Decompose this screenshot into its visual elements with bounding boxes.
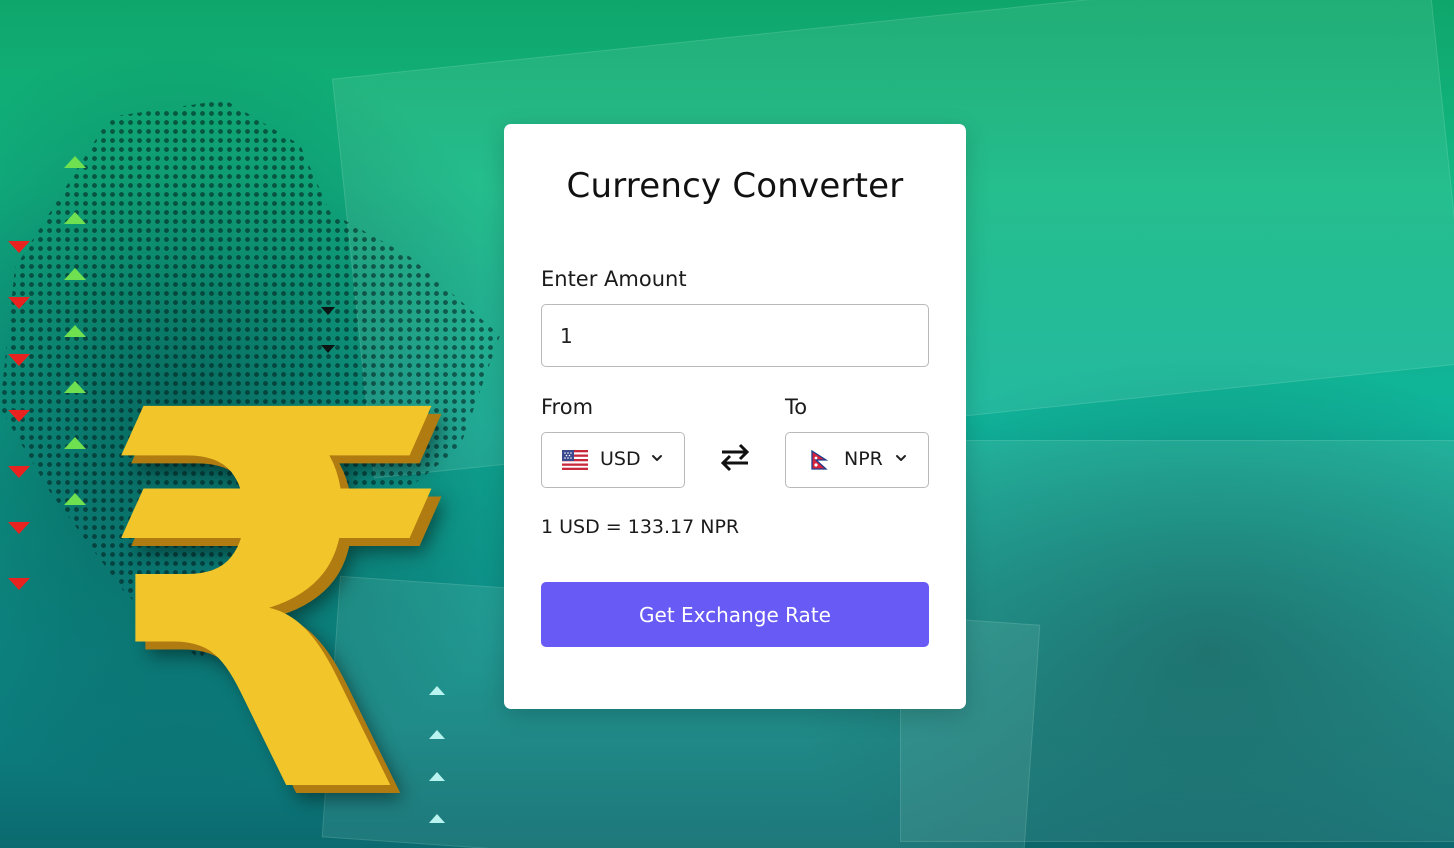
- to-currency-value: NPR: [844, 448, 883, 470]
- to-label: To: [785, 395, 808, 419]
- to-currency-select[interactable]: NPR: [785, 432, 929, 488]
- up-arrow-icon: [64, 268, 86, 280]
- down-arrow-icon: [8, 241, 30, 253]
- up-arrow-icon: [64, 156, 86, 168]
- up-arrow-icon: [64, 212, 86, 224]
- up-arrow-icon: [64, 493, 86, 505]
- swap-arrows-icon[interactable]: [718, 442, 752, 472]
- nepal-flag-icon: [811, 450, 829, 470]
- down-arrow-icon: [8, 466, 30, 478]
- down-arrow-icon: [8, 522, 30, 534]
- down-arrow-icon: [8, 297, 30, 309]
- down-arrow-icon: [8, 354, 30, 366]
- get-exchange-rate-button[interactable]: Get Exchange Rate: [541, 582, 929, 647]
- chevron-down-icon: [896, 455, 906, 461]
- down-arrow-icon: [8, 410, 30, 422]
- currency-converter-card: Currency Converter Enter Amount From To …: [504, 124, 966, 709]
- down-arrow-icon: [8, 578, 30, 590]
- up-arrow-icon: [64, 381, 86, 393]
- exchange-rate-text: 1 USD = 133.17 NPR: [541, 516, 740, 538]
- amount-label: Enter Amount: [541, 267, 687, 291]
- from-label: From: [541, 395, 594, 419]
- us-flag-icon: [562, 450, 588, 470]
- page-title: Currency Converter: [566, 166, 904, 206]
- from-currency-select[interactable]: USD: [541, 432, 685, 488]
- up-arrow-icon: [64, 325, 86, 337]
- up-arrow-icon: [64, 437, 86, 449]
- from-currency-value: USD: [600, 448, 641, 470]
- rupee-symbol-icon: ₹: [95, 302, 457, 848]
- amount-input[interactable]: [541, 304, 929, 367]
- chevron-down-icon: [652, 455, 662, 461]
